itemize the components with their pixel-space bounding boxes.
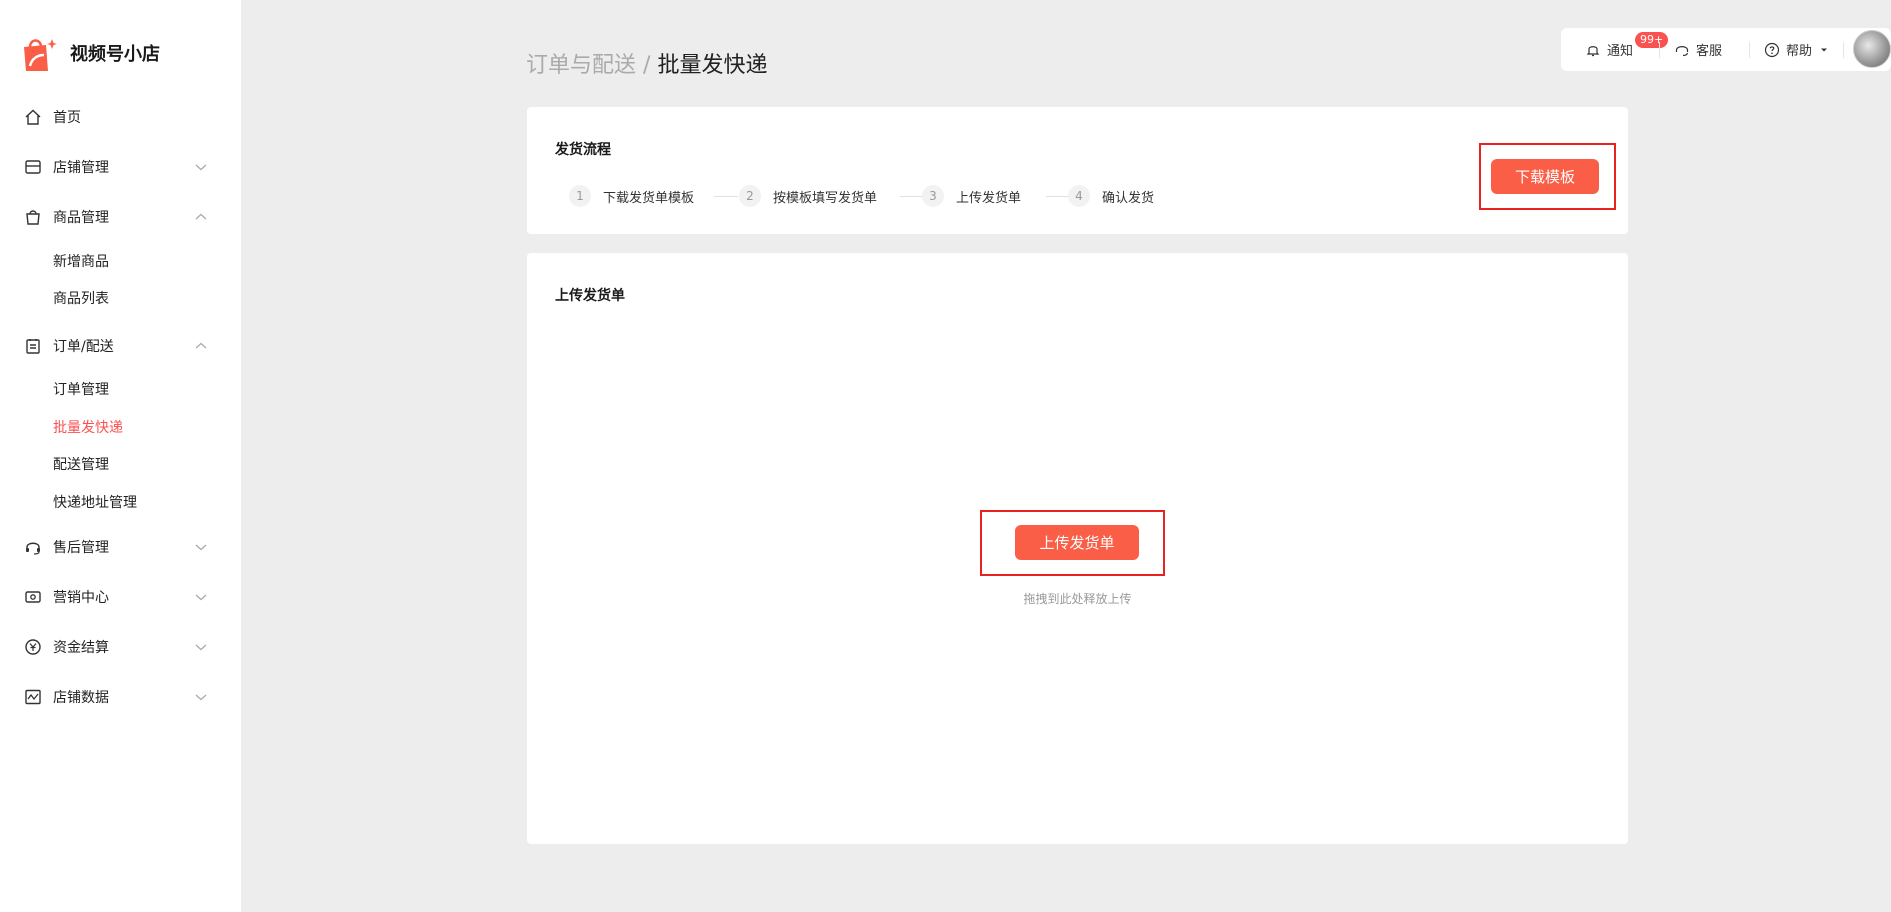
sidebar-item-store[interactable]: 店铺管理 [0, 147, 241, 187]
notification-badge: 99+ [1635, 32, 1669, 48]
chevron-down-icon [195, 644, 207, 651]
divider [1843, 42, 1844, 58]
clipboard-icon [23, 336, 43, 356]
caret-down-icon [1821, 48, 1828, 51]
headset-icon [1675, 45, 1689, 56]
bell-icon [1586, 45, 1600, 56]
notifications-button[interactable]: 通知 99+ [1585, 28, 1669, 71]
highlight-box [1479, 143, 1616, 210]
headset-icon [23, 537, 43, 557]
sidebar-item-label: 首页 [53, 110, 81, 126]
sidebar-item-label: 资金结算 [53, 640, 109, 656]
step-number: 2 [739, 185, 761, 207]
chevron-down-icon [195, 694, 207, 701]
page-title: 批量发快递 [657, 53, 768, 78]
step-number: 3 [922, 185, 944, 207]
breadcrumb-separator: / [643, 53, 651, 78]
sidebar-item-aftersales[interactable]: 售后管理 [0, 527, 241, 567]
help-label: 帮助 [1786, 44, 1813, 59]
shipping-process-card: 发货流程 1 下载发货单模板 2 按模板填写发货单 3 上传发货单 4 确认发货 [527, 107, 1628, 234]
sidebar-item-label: 售后管理 [53, 540, 109, 556]
sidebar-subitem-address-management[interactable]: 快递地址管理 [53, 487, 137, 517]
chevron-down-icon [195, 164, 207, 171]
step-label: 确认发货 [1102, 190, 1155, 206]
sidebar-item-label: 营销中心 [53, 590, 109, 606]
chevron-up-icon [195, 213, 207, 220]
step-label: 按模板填写发货单 [773, 190, 878, 206]
upload-title: 上传发货单 [555, 288, 625, 304]
sidebar-item-label: 店铺数据 [53, 690, 109, 706]
customer-service-button[interactable]: 客服 [1674, 28, 1722, 71]
sidebar-item-label: 订单/配送 [53, 339, 114, 355]
brand[interactable]: 视频号小店 [18, 33, 160, 73]
top-toolbar: 通知 99+ 客服 帮助 [1561, 28, 1891, 71]
sidebar-subitem-product-list[interactable]: 商品列表 [53, 283, 109, 313]
chevron-down-icon [195, 594, 207, 601]
notifications-label: 通知 [1607, 44, 1634, 59]
step-number: 4 [1068, 185, 1090, 207]
shop-logo-icon [18, 33, 58, 73]
sidebar-item-home[interactable]: 首页 [0, 97, 241, 137]
step-1: 1 下载发货单模板 [569, 184, 694, 208]
sidebar-item-orders[interactable]: 订单/配送 [0, 326, 241, 366]
sidebar-item-data[interactable]: 店铺数据 [0, 677, 241, 717]
divider [1659, 42, 1660, 58]
process-title: 发货流程 [555, 142, 611, 158]
bag-icon [23, 207, 43, 227]
brand-name: 视频号小店 [70, 44, 160, 65]
help-icon [1764, 42, 1780, 57]
customer-service-label: 客服 [1696, 44, 1723, 59]
step-connector [900, 196, 924, 197]
sidebar-subitem-order-management[interactable]: 订单管理 [53, 374, 109, 404]
sidebar-subitem-delivery-management[interactable]: 配送管理 [53, 449, 109, 479]
sidebar-item-marketing[interactable]: 营销中心 [0, 577, 241, 617]
step-4: 4 确认发货 [1068, 184, 1154, 208]
avatar[interactable] [1853, 30, 1891, 68]
step-label: 下载发货单模板 [603, 190, 695, 206]
step-label: 上传发货单 [956, 190, 1022, 206]
drop-hint: 拖拽到此处释放上传 [1023, 592, 1132, 606]
highlight-box [980, 510, 1165, 576]
step-3: 3 上传发货单 [922, 184, 1021, 208]
sidebar-item-label: 商品管理 [53, 210, 109, 226]
step-number: 1 [569, 185, 591, 207]
sidebar-subitem-batch-shipping[interactable]: 批量发快递 [53, 412, 123, 442]
ticket-icon [23, 587, 43, 607]
breadcrumb-parent[interactable]: 订单与配送 [526, 53, 636, 78]
home-icon [23, 107, 43, 127]
process-steps: 1 下载发货单模板 2 按模板填写发货单 3 上传发货单 4 确认发货 [569, 184, 1269, 208]
sidebar-item-products[interactable]: 商品管理 [0, 197, 241, 237]
sidebar-item-settlement[interactable]: 资金结算 [0, 627, 241, 667]
yuan-icon [23, 637, 43, 657]
breadcrumb: 订单与配送 / 批量发快递 [526, 47, 767, 79]
help-button[interactable]: 帮助 [1764, 28, 1836, 71]
sidebar-item-label: 店铺管理 [53, 160, 109, 176]
chart-icon [23, 687, 43, 707]
sidebar: 视频号小店 首页 店铺管理 商品管理 新增商品 商品列表 订单/配送 订单管理 … [0, 0, 241, 912]
step-connector [714, 196, 738, 197]
chevron-up-icon [195, 342, 207, 349]
store-icon [23, 157, 43, 177]
step-2: 2 按模板填写发货单 [739, 184, 877, 208]
divider [1749, 42, 1750, 58]
chevron-down-icon [195, 544, 207, 551]
step-connector [1046, 196, 1070, 197]
sidebar-subitem-new-product[interactable]: 新增商品 [53, 246, 109, 276]
